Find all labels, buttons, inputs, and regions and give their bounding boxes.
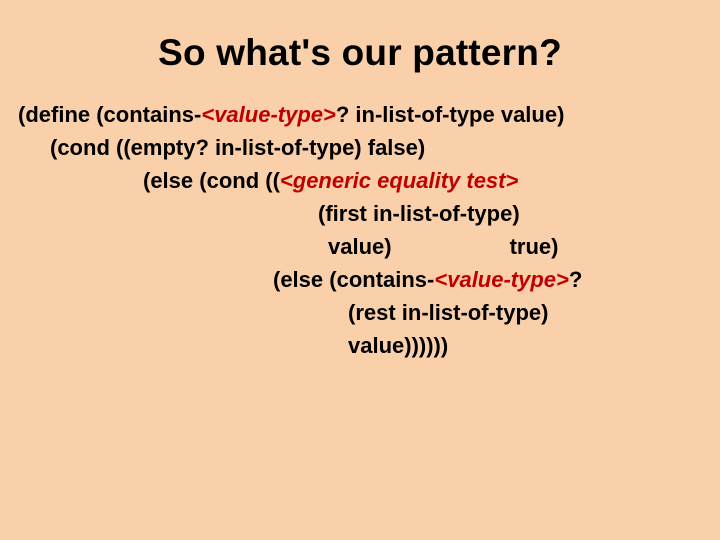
code-line-5: value) true) bbox=[18, 230, 702, 263]
code-text: value)))))) bbox=[348, 333, 448, 358]
code-text: ? in-list-of-type value) bbox=[336, 102, 565, 127]
code-text: ? bbox=[569, 267, 582, 292]
code-line-6: (else (contains-<value-type>? bbox=[18, 263, 702, 296]
code-text: value) bbox=[328, 234, 392, 259]
value-type-placeholder: <value-type> bbox=[434, 267, 569, 292]
slide-title: So what's our pattern? bbox=[18, 32, 702, 74]
code-text: (rest in-list-of-type) bbox=[348, 300, 548, 325]
code-line-3: (else (cond ((<generic equality test> bbox=[18, 164, 702, 197]
code-line-7: (rest in-list-of-type) bbox=[18, 296, 702, 329]
code-block: (define (contains-<value-type>? in-list-… bbox=[18, 98, 702, 362]
code-text: (cond ((empty? in-list-of-type) false) bbox=[50, 135, 425, 160]
slide: So what's our pattern? (define (contains… bbox=[0, 0, 720, 540]
code-text: (else (contains- bbox=[273, 267, 434, 292]
value-type-placeholder: <value-type> bbox=[201, 102, 336, 127]
code-text: (else (cond (( bbox=[143, 168, 280, 193]
code-line-4: (first in-list-of-type) bbox=[18, 197, 702, 230]
code-line-2: (cond ((empty? in-list-of-type) false) bbox=[18, 131, 702, 164]
code-text: (first in-list-of-type) bbox=[318, 201, 520, 226]
code-line-8: value)))))) bbox=[18, 329, 702, 362]
code-line-1: (define (contains-<value-type>? in-list-… bbox=[18, 98, 702, 131]
code-text: true) bbox=[510, 234, 559, 259]
generic-equality-placeholder: <generic equality test> bbox=[280, 168, 518, 193]
code-text: (define (contains- bbox=[18, 102, 201, 127]
